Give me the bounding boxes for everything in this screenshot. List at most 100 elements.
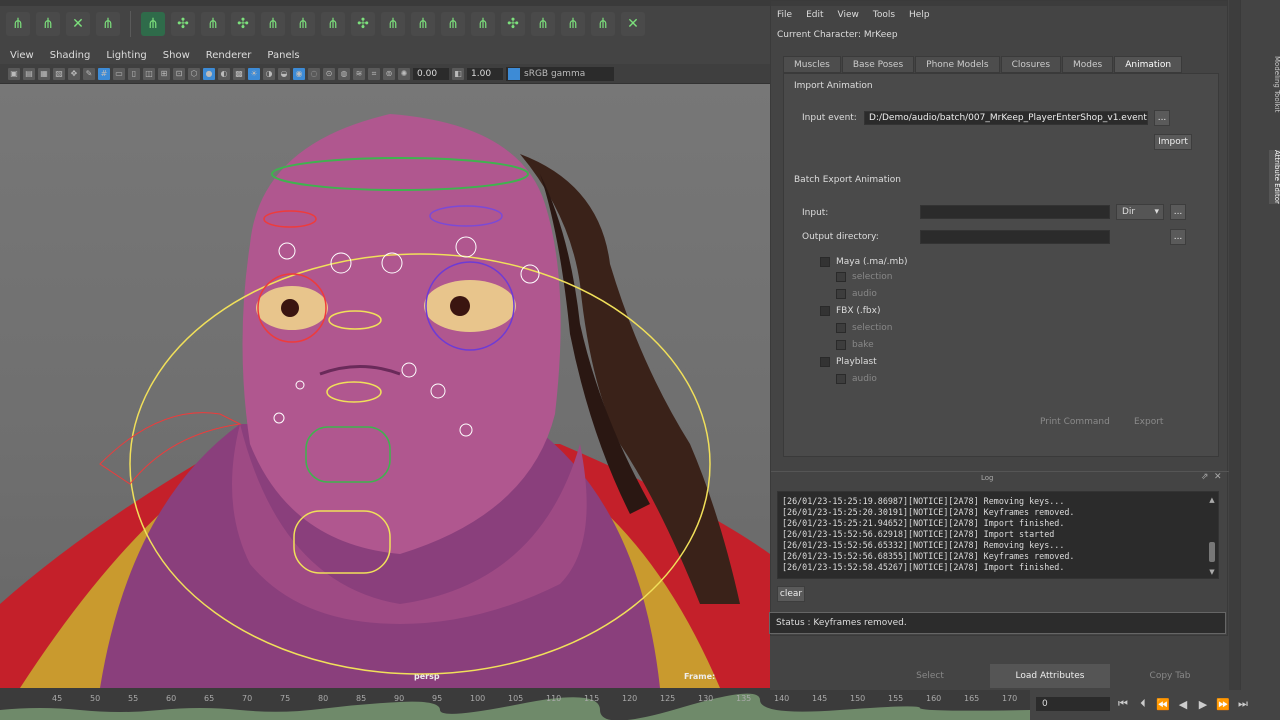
play-forward-icon[interactable]: ▶ xyxy=(1196,698,1210,711)
select-button[interactable]: Select xyxy=(870,664,990,688)
scroll-down-icon[interactable]: ▼ xyxy=(1208,568,1216,576)
default-material-icon[interactable]: ◐ xyxy=(218,67,230,80)
shelf-tool-icon[interactable]: ⋔ xyxy=(6,12,30,36)
output-directory-browse-button[interactable]: ... xyxy=(1170,229,1186,245)
2d-pan-icon[interactable]: ✥ xyxy=(68,67,80,80)
menu-panels[interactable]: Panels xyxy=(267,50,299,61)
log-output[interactable]: [26/01/23-15:25:19.86987][NOTICE][2A78] … xyxy=(777,491,1219,579)
camera-attributes-icon[interactable]: ▤ xyxy=(23,67,35,80)
shelf-tool-icon[interactable]: ⋔ xyxy=(261,12,285,36)
panel-splitter[interactable] xyxy=(1229,0,1240,690)
shelf-tool-icon[interactable]: ⋔ xyxy=(36,12,60,36)
step-back-frame-icon[interactable]: ⏴ xyxy=(1136,697,1150,711)
safe-action-icon[interactable]: ⊡ xyxy=(173,67,185,80)
tab-attribute-editor[interactable]: Attribute Editor xyxy=(1269,150,1280,204)
checkbox[interactable] xyxy=(820,306,830,316)
undock-icon[interactable]: ⇗ xyxy=(1201,472,1209,482)
grid-icon[interactable]: # xyxy=(98,67,110,80)
current-frame-field[interactable]: 0 xyxy=(1036,697,1110,711)
shelf-tool-icon[interactable]: ⋔ xyxy=(411,12,435,36)
checkbox[interactable] xyxy=(836,374,846,384)
gamma-icon[interactable]: ◧ xyxy=(452,67,464,80)
xray-icon[interactable]: ◌ xyxy=(308,67,320,80)
step-back-key-icon[interactable]: ⏪ xyxy=(1156,698,1170,711)
motion-blur-icon[interactable]: ≋ xyxy=(353,67,365,80)
shelf-tool-icon[interactable]: ✣ xyxy=(171,12,195,36)
image-plane-icon[interactable]: ▧ xyxy=(53,67,65,80)
textured-icon[interactable]: ▩ xyxy=(233,67,245,80)
option-maya[interactable]: Maya (.ma/.mb) xyxy=(820,257,908,267)
shelf-tool-icon[interactable]: ✕ xyxy=(621,12,645,36)
use-all-lights-icon[interactable]: ☀ xyxy=(248,67,260,80)
3d-viewport[interactable]: persp Frame: 0 xyxy=(0,84,770,688)
export-button[interactable]: Export xyxy=(1134,417,1163,427)
checkbox[interactable] xyxy=(836,340,846,350)
xray-joints-icon[interactable]: ⊙ xyxy=(323,67,335,80)
select-camera-icon[interactable]: ▣ xyxy=(8,67,20,80)
exposure-icon[interactable]: ✺ xyxy=(398,67,410,80)
scroll-up-icon[interactable]: ▲ xyxy=(1208,496,1216,504)
screen-space-ao-icon[interactable]: ◒ xyxy=(278,67,290,80)
color-space-selector[interactable]: sRGB gamma xyxy=(506,66,614,81)
checkbox[interactable] xyxy=(836,272,846,282)
copy-tab-button[interactable]: Copy Tab xyxy=(1110,664,1230,688)
film-gate-icon[interactable]: ▭ xyxy=(113,67,125,80)
checkbox[interactable] xyxy=(836,289,846,299)
go-to-end-icon[interactable]: ⏭ xyxy=(1236,697,1250,711)
tab-phone-models[interactable]: Phone Models xyxy=(915,56,1000,73)
menu-shading[interactable]: Shading xyxy=(50,50,91,61)
tab-modeling-toolkit[interactable]: Modeling Toolkit xyxy=(1269,56,1280,112)
tab-animation[interactable]: Animation xyxy=(1114,56,1183,73)
grease-pencil-icon[interactable]: ✎ xyxy=(83,67,95,80)
tab-muscles[interactable]: Muscles xyxy=(783,56,841,73)
gamma-field[interactable]: 1.00 xyxy=(467,67,503,80)
backface-icon[interactable]: ◍ xyxy=(338,67,350,80)
option-maya-audio[interactable]: audio xyxy=(836,289,877,299)
field-chart-icon[interactable]: ⊞ xyxy=(158,67,170,80)
menu-view[interactable]: View xyxy=(838,10,859,20)
option-playblast[interactable]: Playblast xyxy=(820,357,877,367)
log-scrollbar[interactable]: ▲ ▼ xyxy=(1208,496,1216,576)
shelf-tool-icon[interactable]: ✕ xyxy=(66,12,90,36)
bookmark-icon[interactable]: ▦ xyxy=(38,67,50,80)
menu-view[interactable]: View xyxy=(10,50,34,61)
scroll-thumb[interactable] xyxy=(1209,542,1215,562)
shelf-tool-icon[interactable]: ⋔ xyxy=(441,12,465,36)
checkbox[interactable] xyxy=(836,323,846,333)
menu-lighting[interactable]: Lighting xyxy=(106,50,146,61)
tab-closures[interactable]: Closures xyxy=(1000,56,1062,73)
go-to-start-icon[interactable]: ⏮ xyxy=(1116,697,1130,711)
shelf-tool-icon[interactable]: ⋔ xyxy=(381,12,405,36)
clear-log-button[interactable]: clear xyxy=(777,586,805,602)
option-playblast-audio[interactable]: audio xyxy=(836,374,877,384)
option-maya-selection[interactable]: selection xyxy=(836,272,892,282)
option-fbx-bake[interactable]: bake xyxy=(836,340,874,350)
load-attributes-button[interactable]: Load Attributes xyxy=(990,664,1110,688)
checkbox[interactable] xyxy=(820,357,830,367)
step-forward-key-icon[interactable]: ⏩ xyxy=(1216,698,1230,711)
menu-edit[interactable]: Edit xyxy=(806,10,823,20)
import-button[interactable]: Import xyxy=(1154,134,1192,150)
shelf-tool-icon[interactable]: ⋔ xyxy=(591,12,615,36)
multisample-icon[interactable]: ⌗ xyxy=(368,67,380,80)
tab-modes[interactable]: Modes xyxy=(1062,56,1114,73)
shelf-tool-icon[interactable]: ⋔ xyxy=(201,12,225,36)
option-fbx[interactable]: FBX (.fbx) xyxy=(820,306,880,316)
menu-show[interactable]: Show xyxy=(163,50,190,61)
option-fbx-selection[interactable]: selection xyxy=(836,323,892,333)
close-icon[interactable]: ✕ xyxy=(1214,472,1222,482)
shadows-icon[interactable]: ◑ xyxy=(263,67,275,80)
shelf-tool-icon[interactable]: ✣ xyxy=(501,12,525,36)
batch-input-type-dropdown[interactable]: Dir ▾ xyxy=(1116,204,1164,220)
play-backward-icon[interactable]: ◀ xyxy=(1176,698,1190,711)
resolution-gate-icon[interactable]: ▯ xyxy=(128,67,140,80)
shelf-tool-icon[interactable]: ✣ xyxy=(351,12,375,36)
shelf-tool-icon[interactable]: ⋔ xyxy=(141,12,165,36)
batch-input-browse-button[interactable]: ... xyxy=(1170,204,1186,220)
shelf-tool-icon[interactable]: ✣ xyxy=(231,12,255,36)
shelf-tool-icon[interactable]: ⋔ xyxy=(561,12,585,36)
menu-file[interactable]: File xyxy=(777,10,792,20)
depth-of-field-icon[interactable]: ⊚ xyxy=(383,67,395,80)
gate-mask-icon[interactable]: ◫ xyxy=(143,67,155,80)
wireframe-icon[interactable]: ⬡ xyxy=(188,67,200,80)
